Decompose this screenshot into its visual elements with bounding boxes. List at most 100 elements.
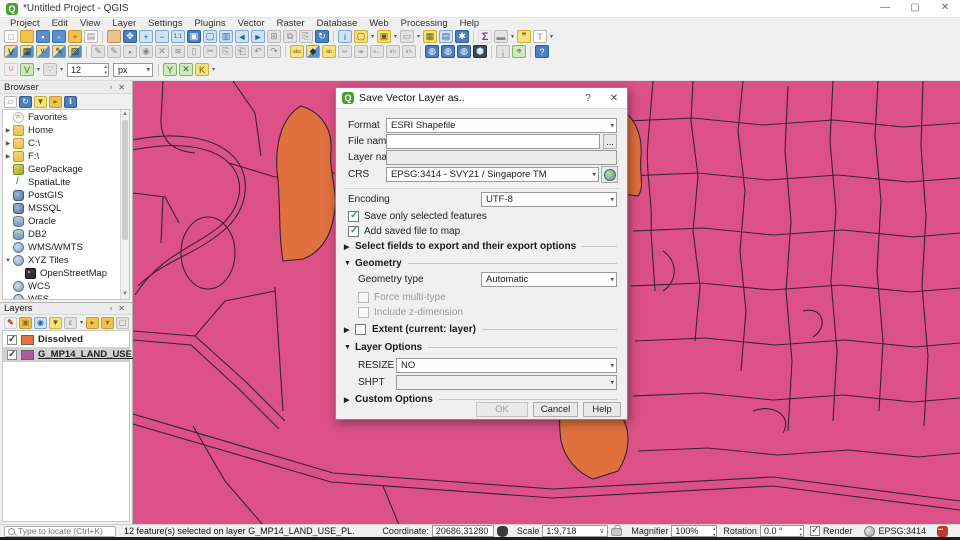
save-layer-edits-button[interactable] [123,45,137,58]
fields-section-header[interactable]: ▶ Select fields to export and their expo… [344,241,617,252]
browser-item-c-drive[interactable]: ▶ C:\ [3,137,120,150]
new-layout-button[interactable] [68,30,82,43]
maximize-button[interactable]: ▢ [900,0,930,17]
extent-section-header[interactable]: ▶ Extent (current: layer) [344,324,617,335]
cut-features-button[interactable] [203,45,217,58]
add-vector-layer-button[interactable] [4,45,18,58]
scroll-down-icon[interactable]: ▼ [121,290,129,299]
undo-button[interactable] [251,45,265,58]
add-group-button[interactable]: ▣ [19,316,32,329]
snapping-mode-button[interactable] [20,63,34,76]
plugin-button[interactable] [473,45,487,58]
browser-scrollbar[interactable]: ▲ ▼ [120,110,129,299]
magnifier-spinner[interactable]: 100% [671,525,718,537]
remove-layer-button[interactable]: ▢ [116,316,129,329]
current-edits-button[interactable] [91,45,105,58]
filter-expression-dropdown[interactable]: ▾ [78,319,85,326]
collapse-arrow-icon[interactable]: ▼ [3,258,13,264]
rotate-label-button[interactable] [386,45,400,58]
vertex-tool-button[interactable] [155,45,169,58]
processing-toolbox-button[interactable] [455,30,469,43]
browser-close-icon[interactable]: ✕ [115,83,128,92]
enable-snapping-button[interactable] [4,63,18,76]
browser-item-xyz-tiles[interactable]: ▼ XYZ Tiles [3,254,120,267]
modify-attributes-button[interactable] [171,45,185,58]
scale-combobox[interactable]: 1:9,718 [542,525,609,537]
menu-help[interactable]: Help [454,18,486,29]
toggle-editing-button[interactable] [107,45,121,58]
browser-item-wcs[interactable]: WCS [3,280,120,293]
render-checkbox[interactable] [809,525,820,536]
lock-scale-icon[interactable] [611,525,623,536]
scroll-up-icon[interactable]: ▲ [121,110,129,119]
browser-item-wms[interactable]: WMS/WMTS [3,241,120,254]
menu-edit[interactable]: Edit [46,18,74,29]
layer-visibility-checkbox[interactable] [7,334,17,345]
browser-item-postgis[interactable]: PostGIS [3,189,120,202]
change-label-button[interactable] [402,45,416,58]
layer-row-dissolved[interactable]: Dissolved [3,332,129,347]
zoom-native-button[interactable] [171,30,185,43]
layer-options-section-header[interactable]: ▼ Layer Options [344,342,617,353]
minimize-button[interactable]: — [870,0,900,17]
map-canvas[interactable]: Q Save Vector Layer as.. ? ✕ Format ESRI… [133,81,960,524]
save-project-as-button[interactable] [52,30,66,43]
browse-button[interactable]: ... [603,134,617,149]
filter-by-expression-button[interactable]: ε [64,316,77,329]
deselect-features-button[interactable] [400,30,414,43]
new-3d-map-view-button[interactable] [283,30,297,43]
measure-button[interactable] [494,30,508,43]
scroll-thumb[interactable] [122,120,128,240]
layer-labeling-button[interactable] [290,45,304,58]
snapping-type-button[interactable] [43,63,57,76]
zoom-full-button[interactable] [187,30,201,43]
crs-combobox[interactable]: EPSG:3414 - SVY21 / Singapore TM [386,167,599,182]
map-tips-button[interactable] [517,30,531,43]
add-feature-button[interactable] [139,45,153,58]
crs-status-text[interactable]: EPSG:3414 [878,526,926,536]
encoding-combobox[interactable]: UTF-8 [481,192,617,207]
delete-selected-button[interactable] [187,45,201,58]
expand-arrow-icon[interactable]: ▶ [3,153,13,160]
dialog-help-button[interactable]: ? [575,93,601,104]
snapping-intersection-button[interactable] [179,63,193,76]
show-hidden-labels-button[interactable] [354,45,368,58]
zoom-to-selection-button[interactable] [203,30,217,43]
new-map-view-button[interactable] [267,30,281,43]
layer-diagram-button[interactable] [306,45,320,58]
layers-dock-icon[interactable]: ▫ [106,304,115,313]
geometry-type-combobox[interactable]: Automatic [481,272,617,287]
select-crs-button[interactable] [601,166,618,183]
menu-view[interactable]: View [74,18,106,29]
osm-place-search-button[interactable] [496,45,510,58]
paste-features-button[interactable] [235,45,249,58]
save-selected-checkbox[interactable] [348,210,359,222]
snapping-type-dropdown[interactable]: ▾ [58,66,65,73]
annotation-dropdown[interactable]: ▾ [548,33,555,40]
menu-settings[interactable]: Settings [142,18,188,29]
crs-status-icon[interactable] [864,525,876,537]
snapping-tolerance-spinner[interactable]: 12 ▴ ▾ [67,62,109,77]
snapping-unit-combo[interactable]: px [113,62,153,77]
new-project-button[interactable] [4,30,18,43]
copy-features-button[interactable] [219,45,233,58]
browser-filter-button[interactable]: ▼ [34,95,47,108]
spinner-arrows-icon[interactable]: ▴ ▾ [104,64,107,76]
expand-arrow-icon[interactable]: ▶ [3,140,13,147]
pan-to-selection-button[interactable] [123,30,137,43]
open-attribute-table-button[interactable] [423,30,437,43]
menu-raster[interactable]: Raster [271,18,311,29]
browser-item-db2[interactable]: DB2 [3,228,120,241]
collapse-all-button[interactable]: ▾ [101,316,114,329]
select-features-dropdown[interactable]: ▾ [369,33,376,40]
pin-labels-button[interactable] [338,45,352,58]
refresh-map-button[interactable] [315,30,329,43]
browser-item-oracle[interactable]: Oracle [3,215,120,228]
save-project-button[interactable] [36,30,50,43]
web-service-button[interactable] [441,45,455,58]
menu-project[interactable]: Project [4,18,46,29]
rotation-spinner[interactable]: 0.0 ° [759,525,804,537]
select-by-dropdown[interactable]: ▾ [392,33,399,40]
avoid-overlap-dropdown[interactable]: ▾ [210,66,217,73]
browser-item-mssql[interactable]: MSSQL [3,202,120,215]
